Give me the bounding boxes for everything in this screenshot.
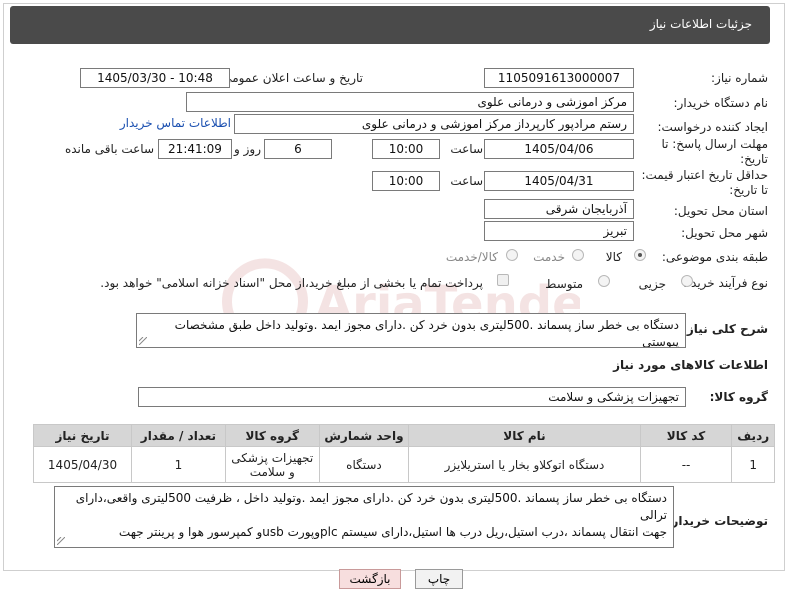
min-price-time-field: 10:00 xyxy=(372,171,440,191)
cell-row-number: 1 xyxy=(731,446,775,483)
category-option-goods-service: کالا/خدمت xyxy=(445,250,498,264)
days-remaining-field: 6 xyxy=(264,139,332,159)
resize-grip-icon[interactable] xyxy=(139,337,147,345)
deadline-label-line1: مهلت ارسال پاسخ: تا xyxy=(661,137,768,151)
cell-quantity: 1 xyxy=(131,446,226,483)
col-quantity: تعداد / مقدار xyxy=(131,424,226,447)
min-price-label-line2: تا تاریخ: xyxy=(729,183,768,197)
description-text: دستگاه بی خطر ساز پسماند .500لیتری بدون … xyxy=(174,318,679,348)
min-price-date-field: 1405/04/31 xyxy=(484,171,634,191)
category-option-service: خدمت xyxy=(533,250,565,264)
col-need-date: تاریخ نیاز xyxy=(32,424,133,447)
province-label: استان محل تحویل: xyxy=(673,204,768,218)
process-radio-medium[interactable] xyxy=(598,275,610,287)
deadline-time-label: ساعت xyxy=(450,142,483,156)
province-field: آذربایجان شرقی xyxy=(484,199,634,219)
goods-group-label: گروه کالا: xyxy=(709,390,768,404)
need-number-label: شماره نیاز: xyxy=(711,71,768,85)
buyer-notes-textarea[interactable]: دستگاه بی خطر ساز پسماند .500لیتری بدون … xyxy=(54,486,674,548)
city-field: تبریز xyxy=(484,221,634,241)
process-radio-minor[interactable] xyxy=(681,275,693,287)
need-number-field: 1105091613000007 xyxy=(484,68,634,88)
category-label: طبقه بندی موضوعی: xyxy=(661,250,768,264)
resize-grip-icon[interactable] xyxy=(57,537,65,545)
goods-info-title: اطلاعات کالاهای مورد نیاز xyxy=(613,358,768,372)
col-item-group: گروه کالا xyxy=(224,424,320,447)
min-price-label-line1: حداقل تاریخ اعتبار قیمت: xyxy=(641,168,768,182)
page-title: جزئیات اطلاعات نیاز xyxy=(649,17,752,31)
buyer-org-label: نام دستگاه خریدار: xyxy=(673,96,769,110)
buyer-notes-label: توضیحات خریدار: xyxy=(666,514,768,528)
col-row-number: ردیف xyxy=(731,424,775,447)
cell-item-code: -- xyxy=(639,446,733,483)
cell-item-name: دستگاه اتوکلاو بخار یا استریلایزر xyxy=(408,446,641,483)
buyer-notes-line2: جهت انتقال پسماند ،درب استیل،ریل درب ها … xyxy=(118,525,667,539)
remaining-time-label: ساعت باقی مانده xyxy=(64,142,154,156)
description-label: شرح کلی نیاز: xyxy=(682,322,768,336)
city-label: شهر محل تحویل: xyxy=(681,226,768,240)
cell-unit: دستگاه xyxy=(318,446,410,483)
category-radio-goods[interactable] xyxy=(634,249,646,261)
process-option-minor: جزیی xyxy=(638,277,666,291)
category-radio-service[interactable] xyxy=(572,249,584,261)
days-label: روز و xyxy=(234,142,261,156)
goods-group-field: تجهیزات پزشکی و سلامت xyxy=(138,387,686,407)
deadline-date-field: 1405/04/06 xyxy=(484,139,634,159)
page-header: جزئیات اطلاعات نیاز xyxy=(10,6,770,44)
buyer-contact-link[interactable]: اطلاعات تماس خریدار xyxy=(120,116,231,130)
print-button[interactable]: چاپ xyxy=(415,569,463,589)
treasury-payment-checkbox[interactable] xyxy=(497,274,509,286)
announce-label: تاریخ و ساعت اعلان عمومی: xyxy=(218,71,363,85)
creator-field: رستم مرادپور کارپرداز مرکز اموزشی و درما… xyxy=(234,114,634,134)
treasury-payment-note: پرداخت تمام یا بخشی از مبلغ خرید،از محل … xyxy=(100,276,483,290)
back-button[interactable]: بازگشت xyxy=(339,569,401,589)
col-item-name: نام کالا xyxy=(408,424,641,447)
category-option-goods: کالا xyxy=(605,250,622,264)
deadline-label-line2: تاریخ: xyxy=(740,152,768,166)
cell-need-date: 1405/04/30 xyxy=(32,446,133,483)
process-option-medium: متوسط xyxy=(545,277,583,291)
table-header-row: ردیف کد کالا نام کالا واحد شمارش گروه کا… xyxy=(32,424,775,447)
cell-item-group: تجهیزات پزشکی و سلامت xyxy=(224,446,320,483)
creator-label: ایجاد کننده درخواست: xyxy=(657,120,768,134)
deadline-time-field: 10:00 xyxy=(372,139,440,159)
description-textarea[interactable]: دستگاه بی خطر ساز پسماند .500لیتری بدون … xyxy=(136,313,686,348)
announce-field: 1405/03/30 - 10:48 xyxy=(80,68,230,88)
process-type-label: نوع فرآیند خرید : xyxy=(683,276,768,290)
min-price-time-label: ساعت xyxy=(450,174,483,188)
items-table: ردیف کد کالا نام کالا واحد شمارش گروه کا… xyxy=(32,424,775,483)
col-unit: واحد شمارش xyxy=(318,424,410,447)
table-row[interactable]: 1 -- دستگاه اتوکلاو بخار یا استریلایزر د… xyxy=(32,446,775,483)
category-radio-goods-service[interactable] xyxy=(506,249,518,261)
remaining-time-field: 21:41:09 xyxy=(158,139,232,159)
buyer-org-field: مرکز اموزشی و درمانی علوی xyxy=(186,92,634,112)
buyer-notes-line1: دستگاه بی خطر ساز پسماند .500لیتری بدون … xyxy=(75,491,667,522)
col-item-code: کد کالا xyxy=(639,424,733,447)
